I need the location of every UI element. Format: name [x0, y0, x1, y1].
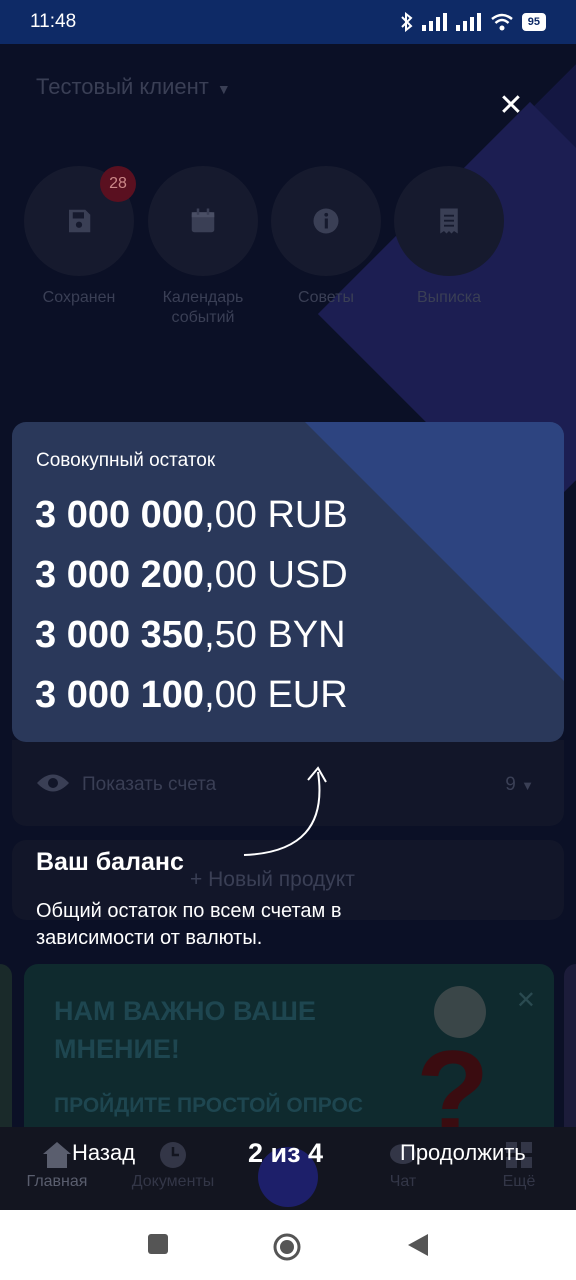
quick-action-circle — [394, 166, 504, 276]
tooltip-description: Общий остаток по всем счетам в зависимос… — [36, 900, 342, 949]
tour-back-button[interactable]: Назад — [72, 1140, 135, 1166]
calendar-icon — [191, 208, 215, 233]
wifi-icon — [490, 13, 513, 31]
close-icon[interactable]: ✕ — [496, 91, 526, 121]
tab-label: Чат — [389, 1173, 417, 1190]
tab-label: Главная — [26, 1173, 88, 1190]
client-name: Тестовый клиент — [36, 74, 209, 99]
receipt-icon — [440, 208, 458, 234]
info-icon — [313, 208, 339, 234]
quick-action-saved[interactable]: 28 Сохранен — [23, 166, 136, 308]
status-icons: 95 — [400, 12, 546, 32]
balance-fraction: ,00 USD — [204, 554, 348, 596]
promo-headline: НАМ ВАЖНО ВАШЕ МНЕНИЕ! — [54, 996, 316, 1064]
balance-row-usd: 3 000 200,00 USD — [35, 554, 348, 597]
chevron-down-icon: ▼ — [216, 81, 231, 97]
quick-action-label: Сохранен — [42, 289, 116, 306]
tooltip-arrow — [243, 766, 327, 856]
recents-icon[interactable] — [146, 1232, 170, 1256]
balance-fraction: ,50 BYN — [204, 614, 346, 656]
tooltip-title: Ваш баланс — [36, 848, 184, 876]
show-accounts-label: Показать счета — [82, 774, 217, 795]
balance-fraction: ,00 EUR — [204, 674, 348, 716]
status-time: 11:48 — [30, 11, 77, 32]
promo-card-next — [564, 964, 576, 1144]
signal-icon — [421, 13, 447, 31]
new-product-label: + Новый продукт — [190, 868, 355, 892]
plus-icon: + — [190, 868, 209, 891]
save-icon — [69, 209, 91, 233]
quick-action-statement[interactable]: Выписка — [393, 166, 505, 308]
new-product-text: Новый продукт — [208, 868, 355, 891]
quick-action-circle: 28 — [24, 166, 136, 276]
quick-action-label: Выписка — [416, 289, 482, 306]
balance-card: Совокупный остаток 3 000 000,00 RUB 3 00… — [12, 422, 564, 742]
home-nav-icon[interactable] — [272, 1232, 302, 1262]
bluetooth-icon — [401, 12, 413, 32]
promo-subline: ПРОЙДИТЕ ПРОСТОЙ ОПРОС — [54, 1094, 364, 1117]
home-icon — [43, 1142, 71, 1168]
quick-action-circle — [271, 166, 381, 276]
promo-card-prev — [0, 964, 12, 1144]
battery-indicator: 95 — [521, 13, 546, 31]
signal-icon-2 — [455, 13, 481, 31]
notification-badge: 28 — [100, 166, 136, 202]
quick-action-label: Советы — [298, 289, 354, 306]
accounts-count: 9 ▼ — [505, 774, 534, 796]
system-nav-bar — [0, 1210, 576, 1280]
balance-fraction: ,00 RUB — [204, 494, 348, 536]
quick-action-tips[interactable]: Советы — [270, 166, 382, 308]
eye-icon — [37, 774, 69, 792]
balance-integer: 3 000 350 — [35, 614, 205, 656]
balance-integer: 3 000 000 — [35, 494, 205, 536]
balance-integer: 3 000 100 — [35, 674, 205, 716]
tab-label: Документы — [131, 1173, 215, 1190]
back-nav-icon[interactable] — [406, 1232, 430, 1258]
balance-integer: 3 000 200 — [35, 554, 205, 596]
quick-action-circle — [148, 166, 258, 276]
status-bar: 11:48 95 — [0, 0, 576, 44]
client-selector[interactable]: Тестовый клиент ▼ — [36, 74, 231, 100]
accounts-count-value: 9 — [505, 774, 516, 795]
close-icon[interactable]: ✕ — [516, 986, 536, 1015]
chevron-down-icon: ▼ — [521, 778, 534, 793]
quick-action-calendar[interactable]: Календарь событий — [147, 166, 259, 328]
balance-caption: Совокупный остаток — [36, 450, 216, 471]
quick-action-label: Календарь событий — [162, 289, 244, 326]
tab-label: Ещё — [502, 1173, 536, 1190]
clock-icon — [160, 1142, 186, 1168]
balance-row-eur: 3 000 100,00 EUR — [35, 674, 348, 717]
tour-continue-button[interactable]: Продолжить — [400, 1140, 526, 1166]
balance-row-byn: 3 000 350,50 BYN — [35, 614, 346, 657]
tour-step-counter: 2 из 4 — [248, 1138, 324, 1168]
balance-row-rub: 3 000 000,00 RUB — [35, 494, 348, 537]
